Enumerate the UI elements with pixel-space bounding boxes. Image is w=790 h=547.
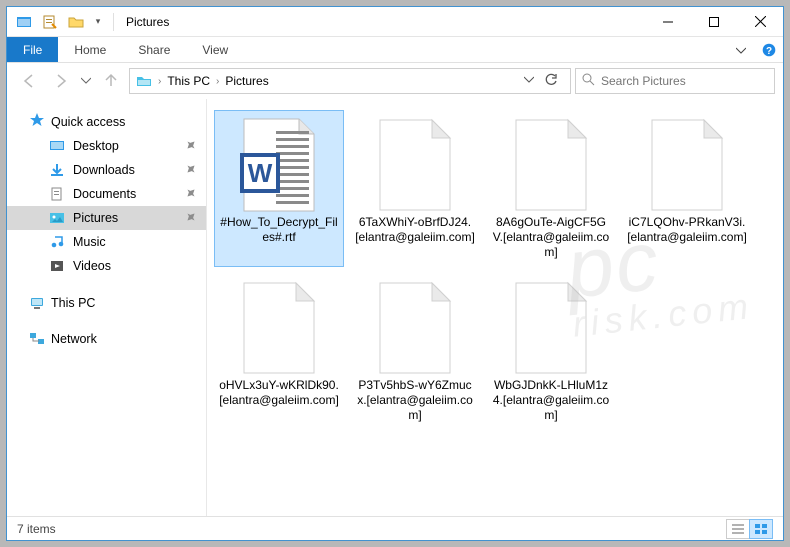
app-icon[interactable]: [13, 11, 35, 33]
svg-text:W: W: [248, 158, 273, 188]
ribbon-tabs: File Home Share View ?: [7, 37, 783, 63]
sidebar-item-desktop[interactable]: Desktop: [7, 134, 206, 158]
file-item[interactable]: iC7LQOhv-PRkanV3i.[elantra@galeiim.com]: [623, 111, 751, 266]
sidebar-item-label: Videos: [73, 259, 111, 273]
pin-icon: [186, 212, 196, 225]
file-name: 8A6gOuTe-AigCF5GV.[elantra@galeiim.com]: [491, 215, 611, 260]
search-icon: [582, 73, 595, 89]
blank-file-icon: [503, 280, 599, 376]
file-name: 6TaXWhiY-oBrfDJ24.[elantra@galeiim.com]: [355, 215, 475, 245]
file-item[interactable]: 8A6gOuTe-AigCF5GV.[elantra@galeiim.com]: [487, 111, 615, 266]
sidebar-item-label: Pictures: [73, 211, 118, 225]
file-item[interactable]: 6TaXWhiY-oBrfDJ24.[elantra@galeiim.com]: [351, 111, 479, 266]
minimize-button[interactable]: [645, 7, 691, 36]
recent-locations-icon[interactable]: [79, 67, 93, 95]
file-item[interactable]: WbGJDnkK-LHluM1z4.[elantra@galeiim.com]: [487, 274, 615, 429]
file-item[interactable]: W #How_To_Decrypt_Files#.rtf: [215, 111, 343, 266]
file-item[interactable]: oHVLx3uY-wKRlDk90.[elantra@galeiim.com]: [215, 274, 343, 429]
chevron-right-icon[interactable]: ›: [216, 76, 219, 87]
address-bar[interactable]: › This PC › Pictures: [129, 68, 571, 94]
tab-home[interactable]: Home: [58, 37, 122, 62]
sidebar-item-documents[interactable]: Documents: [7, 182, 206, 206]
close-button[interactable]: [737, 7, 783, 36]
network-header[interactable]: Network: [7, 328, 206, 350]
window-title: Pictures: [122, 15, 169, 29]
computer-icon: [29, 295, 45, 311]
pin-icon: [186, 140, 196, 153]
file-name: P3Tv5hbS-wY6Zmucx.[elantra@galeiim.com]: [355, 378, 475, 423]
help-icon[interactable]: ?: [755, 37, 783, 62]
rtf-document-icon: W: [231, 117, 327, 213]
breadcrumb-current[interactable]: Pictures: [225, 74, 268, 88]
qat-newfolder-icon[interactable]: [65, 11, 87, 33]
sidebar-item-label: Desktop: [73, 139, 119, 153]
documents-icon: [49, 186, 65, 202]
videos-icon: [49, 258, 65, 274]
pictures-icon: [49, 210, 65, 226]
address-dropdown-icon[interactable]: [524, 74, 534, 88]
sidebar-item-downloads[interactable]: Downloads: [7, 158, 206, 182]
navigation-pane: Quick access Desktop Downloads Documents Pi…: [7, 99, 207, 516]
address-toolbar: › This PC › Pictures: [7, 63, 783, 99]
item-count: 7 items: [17, 522, 56, 536]
status-bar: 7 items: [7, 516, 783, 540]
search-box[interactable]: [575, 68, 775, 94]
refresh-icon[interactable]: [544, 73, 558, 90]
desktop-icon: [49, 138, 65, 154]
pin-icon: [186, 164, 196, 177]
blank-file-icon: [367, 280, 463, 376]
file-name: iC7LQOhv-PRkanV3i.[elantra@galeiim.com]: [627, 215, 747, 245]
file-item[interactable]: P3Tv5hbS-wY6Zmucx.[elantra@galeiim.com]: [351, 274, 479, 429]
chevron-right-icon[interactable]: ›: [158, 76, 161, 87]
star-icon: [29, 112, 45, 131]
icons-view-button[interactable]: [749, 519, 773, 539]
sidebar-item-videos[interactable]: Videos: [7, 254, 206, 278]
search-input[interactable]: [601, 74, 768, 88]
blank-file-icon: [367, 117, 463, 213]
titlebar: ▾ Pictures: [7, 7, 783, 37]
network-icon: [29, 331, 45, 347]
blank-file-icon: [503, 117, 599, 213]
explorer-window: ▾ Pictures File Home Share View ?: [6, 6, 784, 541]
blank-file-icon: [231, 280, 327, 376]
pictures-folder-icon: [136, 73, 152, 89]
sidebar-item-label: Documents: [73, 187, 136, 201]
qat-properties-icon[interactable]: [39, 11, 61, 33]
back-button[interactable]: [15, 67, 43, 95]
music-icon: [49, 234, 65, 250]
svg-text:?: ?: [766, 46, 772, 57]
ribbon-expand-icon[interactable]: [727, 37, 755, 62]
sidebar-item-music[interactable]: Music: [7, 230, 206, 254]
breadcrumb-root[interactable]: This PC: [167, 74, 210, 88]
file-name: oHVLx3uY-wKRlDk90.[elantra@galeiim.com]: [219, 378, 339, 408]
tab-file[interactable]: File: [7, 37, 58, 62]
pin-icon: [186, 188, 196, 201]
tab-share[interactable]: Share: [122, 37, 186, 62]
file-name: WbGJDnkK-LHluM1z4.[elantra@galeiim.com]: [491, 378, 611, 423]
maximize-button[interactable]: [691, 7, 737, 36]
blank-file-icon: [639, 117, 735, 213]
qat-customize-icon[interactable]: ▾: [91, 11, 105, 33]
sidebar-item-pictures[interactable]: Pictures: [7, 206, 206, 230]
details-view-button[interactable]: [726, 519, 750, 539]
file-list[interactable]: W #How_To_Decrypt_Files#.rtf 6TaXWhiY-oBrf…: [207, 99, 783, 516]
this-pc-header[interactable]: This PC: [7, 292, 206, 314]
tab-view[interactable]: View: [186, 37, 244, 62]
downloads-icon: [49, 162, 65, 178]
up-button[interactable]: [97, 67, 125, 95]
forward-button[interactable]: [47, 67, 75, 95]
sidebar-item-label: Downloads: [73, 163, 135, 177]
quick-access-header[interactable]: Quick access: [7, 109, 206, 134]
file-name: #How_To_Decrypt_Files#.rtf: [219, 215, 339, 245]
sidebar-item-label: Music: [73, 235, 106, 249]
